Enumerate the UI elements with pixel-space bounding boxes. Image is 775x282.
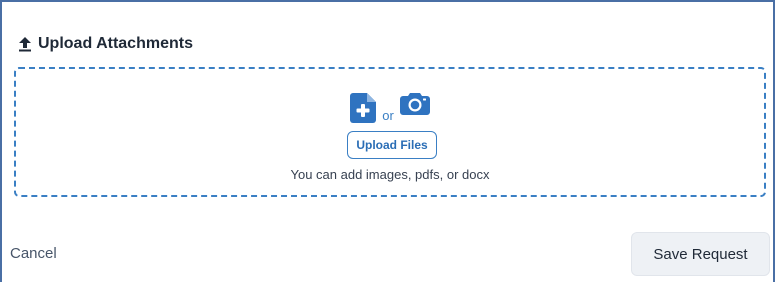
- file-dropzone[interactable]: or Upload Files You can add images, pdfs…: [14, 67, 766, 197]
- upload-attachments-panel: Upload Attachments or Upload Files You c…: [0, 0, 775, 282]
- camera-icon[interactable]: [399, 91, 430, 115]
- upload-arrow-icon: [18, 36, 32, 52]
- file-plus-icon[interactable]: [350, 93, 377, 123]
- save-request-button[interactable]: Save Request: [631, 232, 770, 276]
- or-separator: or: [382, 108, 394, 123]
- upload-hint-text: You can add images, pdfs, or docx: [290, 167, 490, 182]
- section-title-text: Upload Attachments: [38, 35, 193, 52]
- section-title: Upload Attachments: [18, 32, 193, 56]
- panel-left-border: [0, 0, 2, 282]
- cancel-button[interactable]: Cancel: [10, 245, 57, 262]
- upload-icons-row: or: [16, 89, 764, 123]
- upload-files-button[interactable]: Upload Files: [347, 131, 437, 159]
- panel-top-border: [0, 0, 775, 2]
